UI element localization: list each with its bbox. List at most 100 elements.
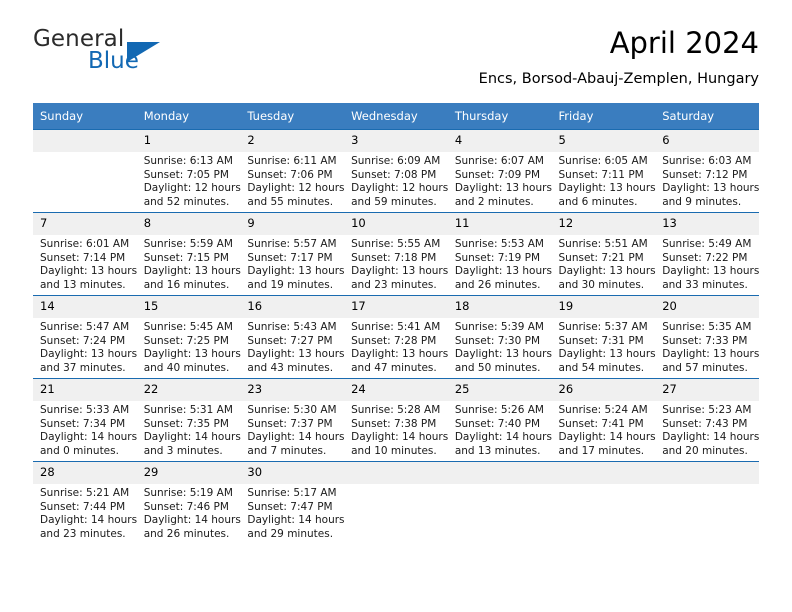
day-number: 8: [136, 213, 241, 235]
day-detail-line: and 37 minutes.: [40, 361, 126, 374]
day-number: 2: [240, 130, 345, 152]
sunrise-sunset-calendar: Sunday Monday Tuesday Wednesday Thursday Frid…: [33, 103, 759, 544]
calendar-day-cell[interactable]: 2 Sunrise: 6:11 AM Sunset: 7:06 PM Daylight…: [240, 129, 345, 213]
day-number: 24: [344, 379, 448, 401]
weekday-header-saturday: Saturday: [655, 103, 759, 130]
day-detail-line: and 13 minutes.: [40, 278, 126, 291]
page-header: General Blue April 2024 Encs, Borsod-Aba…: [33, 26, 759, 94]
calendar-day-cell[interactable]: 23 Sunrise: 5:30 AM Sunset: 7:37 PM Dayligh…: [240, 378, 345, 462]
calendar-day-cell[interactable]: 30 Sunrise: 5:17 AM Sunset: 7:47 PM Dayligh…: [240, 461, 345, 544]
calendar-day-cell[interactable]: 27 Sunrise: 5:23 AM Sunset: 7:43 PM Dayligh…: [655, 378, 759, 462]
day-detail-line: Sunset: 7:44 PM: [40, 500, 126, 513]
day-detail-line: Sunset: 7:09 PM: [454, 168, 541, 181]
day-detail-line: and 19 minutes.: [247, 278, 334, 291]
day-number: 27: [655, 379, 759, 401]
day-details: Sunrise: 5:43 AM Sunset: 7:27 PM Daylight:…: [240, 318, 344, 375]
weekday-header-thursday: Thursday: [447, 103, 552, 130]
weekday-header-friday: Friday: [551, 103, 656, 130]
day-number: 26: [551, 379, 656, 401]
day-detail-line: Sunrise: 5:23 AM: [662, 404, 752, 416]
calendar-day-cell[interactable]: 17 Sunrise: 5:41 AM Sunset: 7:28 PM Dayligh…: [344, 295, 448, 379]
day-detail-line: Sunrise: 5:47 AM: [40, 321, 130, 333]
calendar-day-cell[interactable]: 22 Sunrise: 5:31 AM Sunset: 7:35 PM Dayligh…: [136, 378, 241, 462]
calendar-day-cell[interactable]: 14 Sunrise: 5:47 AM Sunset: 7:24 PM Dayligh…: [33, 295, 137, 379]
calendar-day-cell[interactable]: 21 Sunrise: 5:33 AM Sunset: 7:34 PM Dayligh…: [33, 378, 137, 462]
calendar-day-cell[interactable]: 24 Sunrise: 5:28 AM Sunset: 7:38 PM Dayligh…: [344, 378, 448, 462]
day-detail-line: Sunrise: 6:09 AM: [351, 155, 441, 167]
day-number: 1: [136, 130, 241, 152]
day-detail-line: and 3 minutes.: [143, 444, 223, 457]
calendar-day-cell[interactable]: 10 Sunrise: 5:55 AM Sunset: 7:18 PM Dayligh…: [344, 212, 448, 296]
day-detail-line: Sunset: 7:11 PM: [558, 168, 644, 181]
calendar-day-cell[interactable]: 6 Sunrise: 6:03 AM Sunset: 7:12 PM Daylight…: [655, 129, 759, 213]
weekday-header-sunday: Sunday: [33, 103, 137, 130]
calendar-day-cell[interactable]: 11 Sunrise: 5:53 AM Sunset: 7:19 PM Dayligh…: [447, 212, 552, 296]
calendar-day-cell[interactable]: 25 Sunrise: 5:26 AM Sunset: 7:40 PM Dayligh…: [447, 378, 552, 462]
calendar-day-cell[interactable]: 19 Sunrise: 5:37 AM Sunset: 7:31 PM Dayligh…: [551, 295, 656, 379]
day-detail-line: Sunrise: 6:13 AM: [143, 155, 233, 167]
calendar-day-cell[interactable]: 4 Sunrise: 6:07 AM Sunset: 7:09 PM Daylight…: [447, 129, 552, 213]
day-details: Sunrise: 5:49 AM Sunset: 7:22 PM Daylight:…: [655, 235, 759, 292]
day-number: 12: [551, 213, 656, 235]
calendar-day-cell[interactable]: 29 Sunrise: 5:19 AM Sunset: 7:46 PM Dayligh…: [136, 461, 241, 544]
day-number: 30: [240, 462, 345, 484]
day-detail-line: Sunset: 7:31 PM: [558, 334, 644, 347]
calendar-day-cell[interactable]: 28 Sunrise: 5:21 AM Sunset: 7:44 PM Dayligh…: [33, 461, 138, 544]
day-detail-line: Daylight: 14 hours: [247, 514, 345, 527]
day-detail-line: Daylight: 13 hours: [662, 265, 760, 278]
calendar-day-cell[interactable]: 3 Sunrise: 6:09 AM Sunset: 7:08 PM Daylight…: [344, 129, 448, 213]
day-number: 5: [551, 130, 656, 152]
calendar-day-cell[interactable]: 8 Sunrise: 5:59 AM Sunset: 7:15 PM Daylight…: [136, 212, 241, 296]
day-detail-line: Daylight: 12 hours: [143, 182, 241, 195]
brand-logo[interactable]: General Blue: [33, 26, 173, 78]
day-details: Sunrise: 5:45 AM Sunset: 7:25 PM Daylight:…: [137, 318, 241, 375]
calendar-day-cell[interactable]: 20 Sunrise: 5:35 AM Sunset: 7:33 PM Dayligh…: [655, 295, 759, 379]
calendar-header-row: Sunday Monday Tuesday Wednesday Thursday Frid…: [33, 103, 759, 130]
day-detail-line: Daylight: 14 hours: [143, 514, 241, 527]
calendar-day-cell[interactable]: 12 Sunrise: 5:51 AM Sunset: 7:21 PM Dayligh…: [551, 212, 656, 296]
calendar-week-row: 21 Sunrise: 5:33 AM Sunset: 7:34 PM Dayligh…: [33, 378, 759, 462]
day-detail-line: and 9 minutes.: [662, 195, 742, 208]
weekday-header-monday: Monday: [136, 103, 241, 130]
page-subtitle: Encs, Borsod-Abauj-Zemplen, Hungary: [478, 71, 759, 87]
day-detail-line: Sunset: 7:27 PM: [247, 334, 333, 347]
day-details: Sunrise: 5:51 AM Sunset: 7:21 PM Daylight:…: [552, 235, 656, 292]
day-detail-line: Sunset: 7:35 PM: [143, 417, 229, 430]
day-detail-line: Daylight: 14 hours: [143, 431, 241, 444]
page-title: April 2024: [609, 26, 759, 60]
calendar-cell-empty: [655, 461, 759, 544]
title-block: April 2024 Encs, Borsod-Abauj-Zemplen, H…: [479, 26, 759, 88]
calendar-week-row: 7 Sunrise: 6:01 AM Sunset: 7:14 PM Daylight…: [33, 212, 759, 296]
day-number: 6: [655, 130, 759, 152]
day-detail-line: Daylight: 13 hours: [247, 265, 345, 278]
day-details: Sunrise: 6:05 AM Sunset: 7:11 PM Daylight:…: [552, 152, 656, 209]
day-details: Sunrise: 6:07 AM Sunset: 7:09 PM Daylight:…: [448, 152, 552, 209]
day-detail-line: and 2 minutes.: [454, 195, 534, 208]
calendar-day-cell[interactable]: 16 Sunrise: 5:43 AM Sunset: 7:27 PM Dayligh…: [240, 295, 345, 379]
day-detail-line: and 26 minutes.: [454, 278, 541, 291]
calendar-day-cell[interactable]: 18 Sunrise: 5:39 AM Sunset: 7:30 PM Dayligh…: [447, 295, 552, 379]
day-details: Sunrise: 5:53 AM Sunset: 7:19 PM Daylight:…: [448, 235, 552, 292]
day-detail-line: Daylight: 13 hours: [558, 348, 656, 361]
day-detail-line: and 0 minutes.: [40, 444, 119, 457]
day-details: Sunrise: 5:35 AM Sunset: 7:33 PM Daylight:…: [655, 318, 759, 375]
calendar-day-cell[interactable]: 9 Sunrise: 5:57 AM Sunset: 7:17 PM Daylight…: [240, 212, 345, 296]
calendar-day-cell[interactable]: 26 Sunrise: 5:24 AM Sunset: 7:41 PM Dayligh…: [551, 378, 656, 462]
day-detail-line: Daylight: 13 hours: [454, 182, 552, 195]
day-number: 18: [447, 296, 552, 318]
day-details: Sunrise: 5:33 AM Sunset: 7:34 PM Daylight:…: [33, 401, 137, 458]
calendar-day-cell[interactable]: 13 Sunrise: 5:49 AM Sunset: 7:22 PM Dayligh…: [655, 212, 759, 296]
day-detail-line: Daylight: 14 hours: [40, 514, 138, 527]
calendar-day-cell[interactable]: 7 Sunrise: 6:01 AM Sunset: 7:14 PM Daylight…: [33, 212, 137, 296]
day-number: 23: [240, 379, 345, 401]
day-detail-line: Sunrise: 5:41 AM: [351, 321, 441, 333]
day-details: Sunrise: 5:17 AM Sunset: 7:47 PM Daylight:…: [240, 484, 344, 541]
calendar-day-cell[interactable]: 15 Sunrise: 5:45 AM Sunset: 7:25 PM Dayligh…: [136, 295, 241, 379]
calendar-day-cell[interactable]: 5 Sunrise: 6:05 AM Sunset: 7:11 PM Daylight…: [551, 129, 656, 213]
day-detail-line: Sunrise: 5:51 AM: [558, 238, 648, 250]
day-details: [448, 484, 552, 487]
day-detail-line: Sunset: 7:46 PM: [143, 500, 229, 513]
day-detail-line: Sunrise: 5:53 AM: [454, 238, 544, 250]
day-detail-line: and 59 minutes.: [351, 195, 437, 208]
calendar-day-cell[interactable]: 1 Sunrise: 6:13 AM Sunset: 7:05 PM Daylight…: [136, 129, 241, 213]
